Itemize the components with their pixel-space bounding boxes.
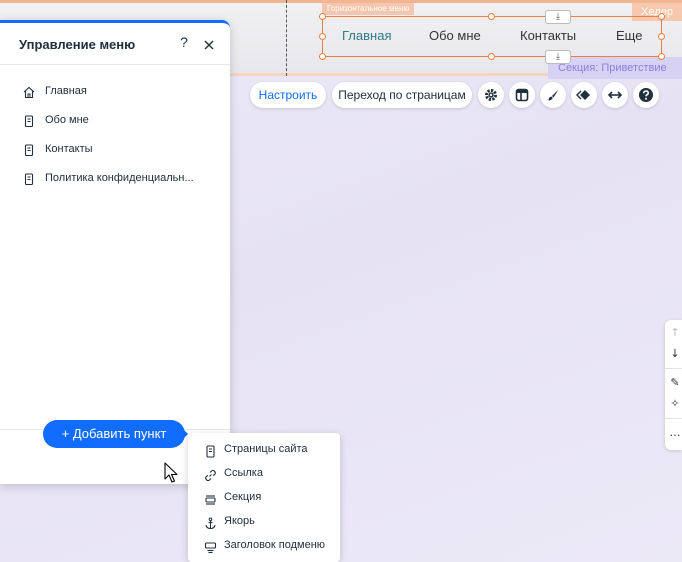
resize-handle-bottom-left[interactable] (319, 53, 326, 60)
section-icon (204, 491, 217, 505)
anchor-icon (204, 515, 217, 530)
menu-item-privacy-policy[interactable]: Политика конфиденциальн... (0, 166, 230, 195)
menu-items-list: Главная Обо мне Контакты Политика конфид… (0, 79, 230, 195)
resize-handle-bottom-center[interactable] (488, 53, 495, 60)
dropdown-item-label: Ссылка (224, 467, 263, 479)
menu-item-home[interactable]: Главная (0, 79, 230, 108)
dropdown-item-label: Заголовок подменю (224, 539, 326, 551)
horizontal-menu-item-home[interactable]: Главная (342, 28, 429, 43)
home-icon (23, 84, 35, 99)
help-icon[interactable]: ? (176, 34, 192, 52)
resize-handle-top-left[interactable] (319, 13, 326, 20)
move-up-icon[interactable]: ↑ (669, 326, 681, 339)
magic-wand-icon[interactable]: ✧ (669, 397, 681, 410)
resize-handle-top-center[interactable] (488, 13, 495, 20)
add-menu-item-button[interactable]: + Добавить пункт (43, 420, 185, 448)
horizontal-menu-item-about[interactable]: Обо мне (429, 28, 520, 43)
download-arrow-icon[interactable]: ⤓ (545, 50, 571, 64)
mouse-cursor-icon (164, 462, 178, 484)
layout-icon[interactable] (509, 82, 535, 108)
rail-divider (665, 418, 682, 419)
dropdown-item-site-pages[interactable]: Страницы сайта (188, 438, 340, 462)
panel-header: Управление меню ? (0, 23, 230, 65)
dropdown-item-anchor[interactable]: Якорь (188, 510, 340, 534)
design-brush-icon[interactable] (540, 82, 566, 108)
page-icon (23, 171, 35, 186)
download-arrow-icon[interactable]: ⤓ (545, 10, 571, 24)
link-icon (204, 467, 217, 482)
resize-handle-bottom-right[interactable] (658, 53, 665, 60)
horizontal-menu-label-tag[interactable]: Горизонтальное меню (322, 3, 415, 15)
resize-handle-right[interactable] (658, 33, 665, 40)
horizontal-menu-item-contacts[interactable]: Контакты (520, 28, 616, 43)
layout-guide-line (286, 0, 287, 76)
stretch-icon[interactable] (602, 82, 628, 108)
submenu-header-icon (204, 539, 217, 554)
edit-pencil-icon[interactable]: ✎ (669, 376, 681, 389)
dropdown-item-link[interactable]: Ссылка (188, 462, 340, 486)
menu-item-about[interactable]: Обо мне (0, 108, 230, 137)
right-quick-actions-rail: ↑ ↓ ✎ ✧ … (665, 320, 682, 450)
menu-item-label: Главная (45, 85, 87, 97)
menu-item-label: Политика конфиденциальн... (45, 172, 194, 184)
horizontal-menu-item-more[interactable]: Еще (616, 28, 642, 43)
move-down-icon[interactable]: ↓ (669, 347, 681, 360)
dropdown-item-label: Секция (224, 491, 262, 503)
dropdown-item-label: Страницы сайта (224, 443, 308, 455)
menu-item-label: Контакты (45, 143, 93, 155)
navigate-pages-button[interactable]: Переход по страницам (332, 82, 472, 108)
gear-icon[interactable] (478, 82, 504, 108)
more-options-icon[interactable]: … (669, 426, 681, 439)
menu-item-label: Обо мне (45, 114, 89, 126)
dropdown-item-section[interactable]: Секция (188, 486, 340, 510)
resize-handle-left[interactable] (319, 33, 326, 40)
page-icon (204, 443, 217, 458)
customize-button[interactable]: Настроить (250, 82, 326, 108)
panel-title: Управление меню (19, 37, 136, 52)
horizontal-menu: Главная Обо мне Контакты Еще (342, 28, 642, 43)
menu-item-contacts[interactable]: Контакты (0, 137, 230, 166)
add-item-dropdown: Страницы сайта Ссылка Секция Якорь Загол… (188, 433, 340, 562)
close-icon[interactable] (202, 37, 216, 51)
animation-icon[interactable] (571, 82, 597, 108)
page-icon (23, 113, 35, 128)
help-icon[interactable] (633, 82, 659, 108)
rail-divider (665, 368, 682, 369)
dropdown-item-label: Якорь (224, 515, 255, 527)
menu-manager-panel: Управление меню ? Главная Обо мне Контак… (0, 20, 230, 484)
page-icon (23, 142, 35, 157)
dropdown-item-submenu-header[interactable]: Заголовок подменю (188, 534, 340, 558)
resize-handle-top-right[interactable] (658, 13, 665, 20)
